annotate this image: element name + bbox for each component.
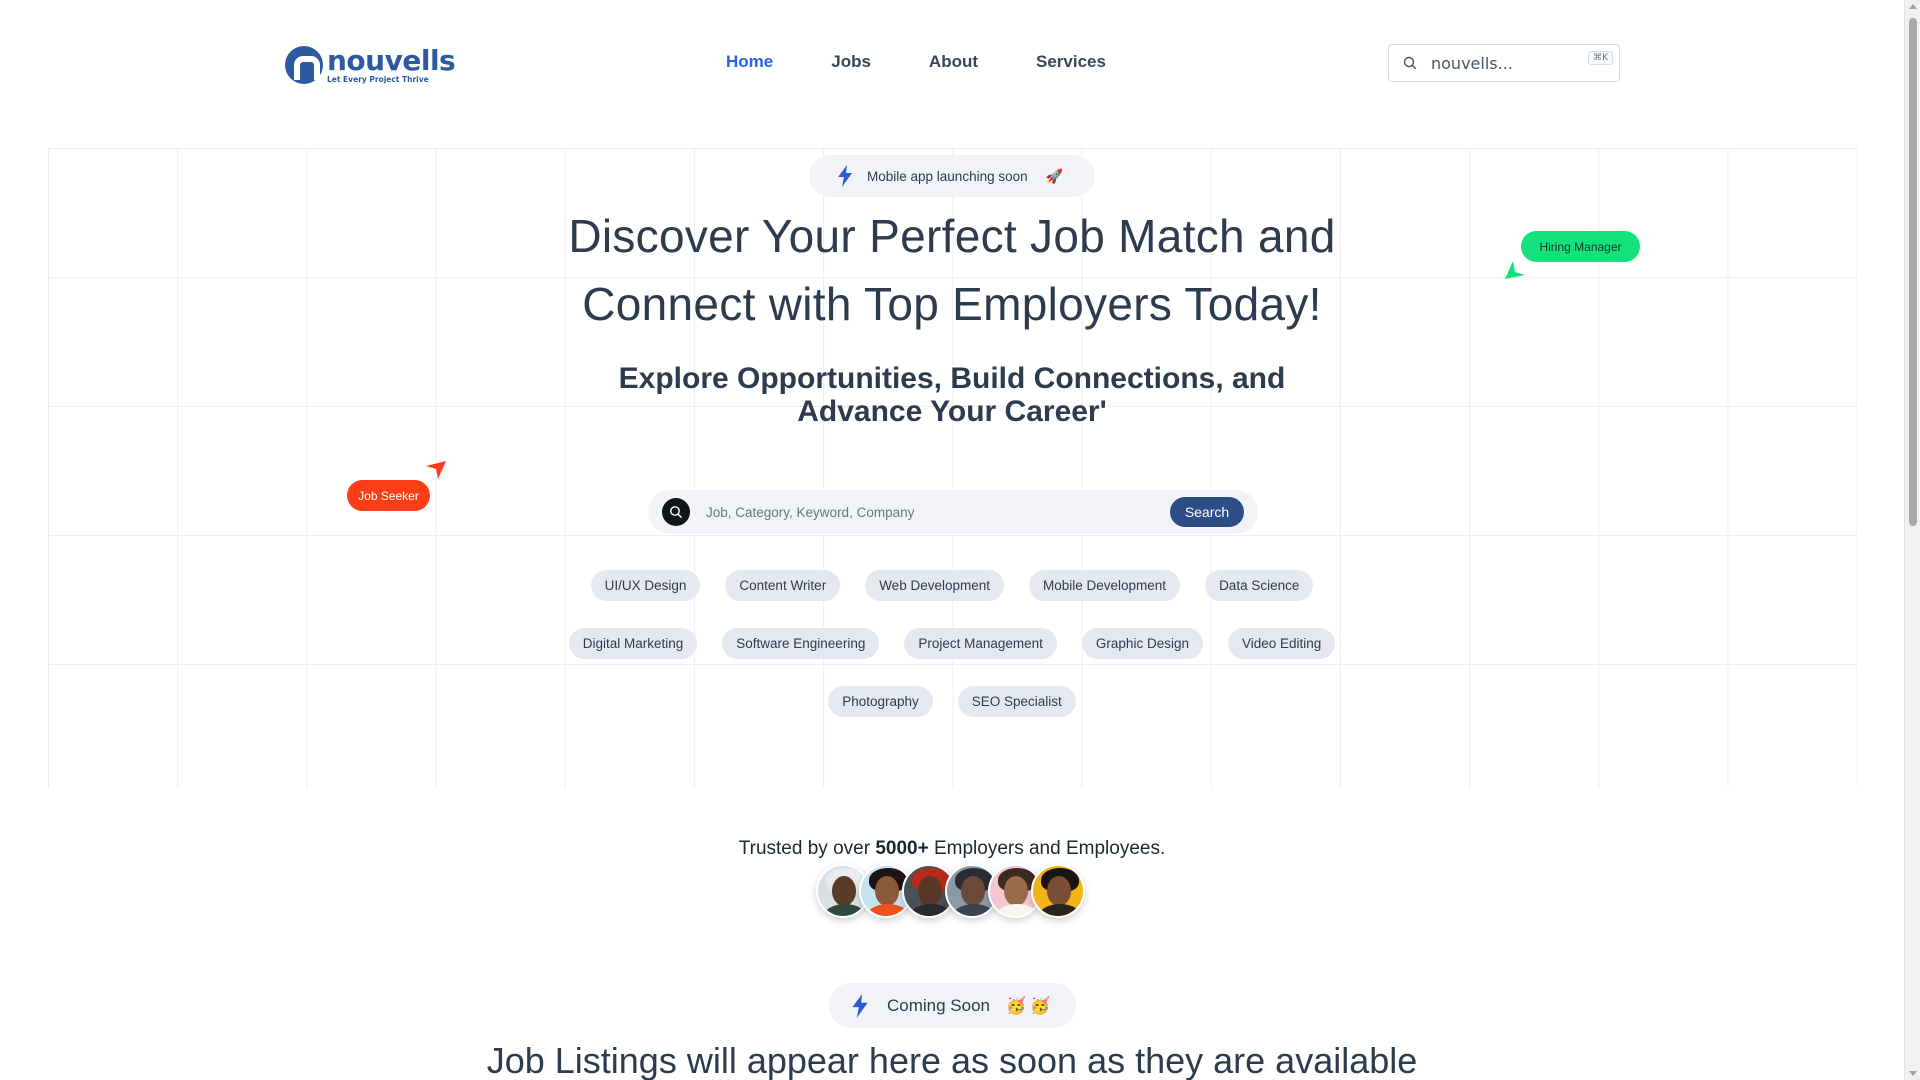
category-chip[interactable]: Data Science bbox=[1205, 570, 1314, 601]
job-seeker-tag: Job Seeker bbox=[347, 480, 430, 511]
cursor-pointer-icon bbox=[1505, 261, 1525, 279]
scroll-down-arrow-icon[interactable] bbox=[1909, 1071, 1917, 1076]
category-chip[interactable]: SEO Specialist bbox=[957, 686, 1076, 717]
hiring-manager-tag: Hiring Manager bbox=[1521, 231, 1640, 262]
search-button[interactable]: Search bbox=[1170, 497, 1244, 527]
avatar-group bbox=[816, 864, 1085, 920]
search-icon bbox=[662, 498, 690, 526]
category-chip[interactable]: Content Writer bbox=[725, 570, 841, 601]
nav-home[interactable]: Home bbox=[726, 52, 773, 72]
search-icon bbox=[1403, 56, 1417, 70]
category-chip[interactable]: Mobile Development bbox=[1029, 570, 1181, 601]
trust-statement: Trusted by over 5000+ Employers and Empl… bbox=[560, 838, 1344, 860]
category-chips: UI/UX Design Content Writer Web Developm… bbox=[540, 570, 1364, 744]
page-scrollbar[interactable] bbox=[1904, 0, 1920, 1080]
lightning-icon bbox=[838, 165, 852, 187]
main-menu: Home Jobs About Services bbox=[726, 52, 1164, 72]
trust-count: 5000+ bbox=[875, 838, 929, 859]
brand-name: nouvells bbox=[327, 43, 456, 77]
coming-soon-text: Coming Soon bbox=[887, 995, 991, 1015]
job-listings-message: Job Listings will appear here as soon as… bbox=[486, 1040, 1418, 1080]
top-navbar: nouvells Let Every Project Thrive Home J… bbox=[0, 0, 1904, 126]
site-search-input[interactable]: nouvells... ⌘K bbox=[1388, 44, 1620, 82]
scroll-up-arrow-icon[interactable] bbox=[1909, 4, 1917, 9]
rocket-icon: 🚀 bbox=[1045, 167, 1064, 184]
shortcut-badge: ⌘K bbox=[1588, 51, 1613, 65]
brand-logo[interactable]: nouvells Let Every Project Thrive bbox=[285, 43, 456, 84]
avatar bbox=[1031, 864, 1085, 918]
lightning-icon bbox=[852, 993, 868, 1018]
hero-title-line1: Discover Your Perfect Job Match and bbox=[568, 210, 1336, 262]
category-chip[interactable]: Digital Marketing bbox=[568, 628, 698, 659]
category-chip[interactable]: Video Editing bbox=[1227, 628, 1336, 659]
nav-jobs[interactable]: Jobs bbox=[831, 52, 871, 72]
job-search-bar[interactable]: Job, Category, Keyword, Company Search bbox=[648, 490, 1258, 534]
party-face-icon: 🥳🥳 bbox=[1006, 997, 1054, 1015]
category-chip[interactable]: Software Engineering bbox=[722, 628, 880, 659]
nav-services[interactable]: Services bbox=[1036, 52, 1106, 72]
category-chip[interactable]: Photography bbox=[828, 686, 933, 717]
announcement-pill: Mobile app launching soon 🚀 bbox=[809, 155, 1095, 197]
scrollbar-thumb[interactable] bbox=[1909, 18, 1917, 526]
hero-subtitle: Explore Opportunities, Build Connections… bbox=[618, 362, 1286, 428]
category-chip[interactable]: Web Development bbox=[865, 570, 1004, 601]
brand-tagline: Let Every Project Thrive bbox=[327, 74, 429, 84]
hero-title: Discover Your Perfect Job Match and Conn… bbox=[480, 202, 1424, 338]
trust-suffix: Employers and Employees. bbox=[928, 838, 1166, 859]
hero-title-line2: Connect with Top Employers Today! bbox=[582, 278, 1322, 330]
nav-about[interactable]: About bbox=[929, 52, 978, 72]
logo-mark-icon bbox=[285, 46, 323, 84]
cursor-pointer-icon bbox=[426, 461, 446, 479]
trust-prefix: Trusted by over bbox=[738, 838, 876, 859]
category-chip[interactable]: Graphic Design bbox=[1081, 628, 1203, 659]
coming-soon-pill: Coming Soon 🥳🥳 bbox=[829, 983, 1076, 1028]
category-chip[interactable]: Project Management bbox=[904, 628, 1057, 659]
category-chip[interactable]: UI/UX Design bbox=[590, 570, 701, 601]
announcement-text: Mobile app launching soon bbox=[867, 168, 1028, 184]
